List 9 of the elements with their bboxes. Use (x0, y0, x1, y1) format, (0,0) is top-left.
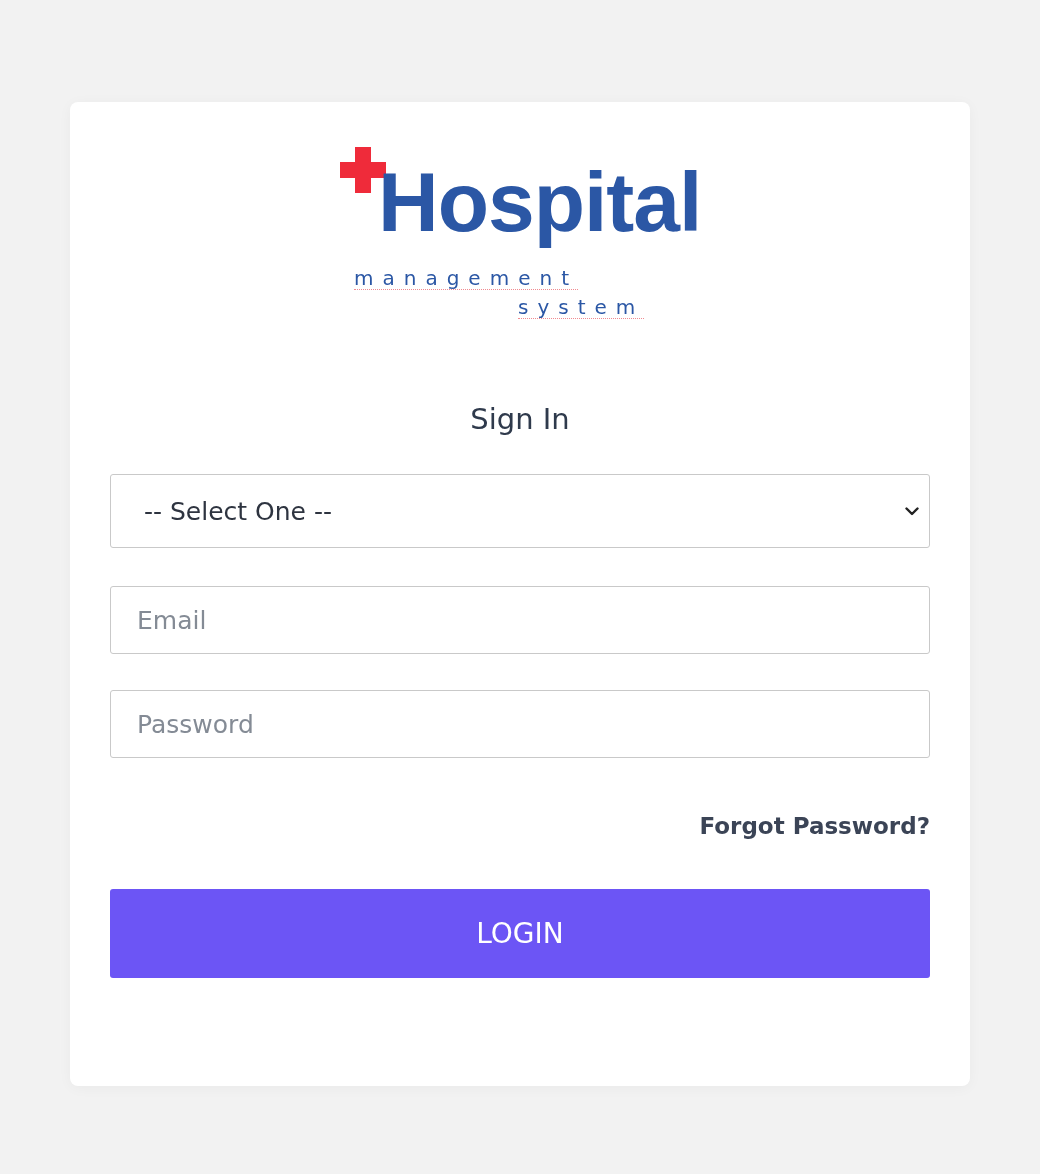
chevron-down-icon (905, 506, 919, 516)
input-field[interactable]: Email (110, 586, 930, 654)
forgot-password-link[interactable]: Forgot Password? (699, 813, 930, 839)
login-button[interactable]: LOGIN (110, 889, 930, 978)
sign-in-heading: Sign In (470, 402, 570, 436)
logo-subtitle: system (518, 296, 645, 319)
logo-subtitle: management (354, 267, 578, 290)
input-field[interactable]: Password (110, 690, 930, 758)
role-select[interactable]: -- Select One -- (110, 474, 930, 548)
